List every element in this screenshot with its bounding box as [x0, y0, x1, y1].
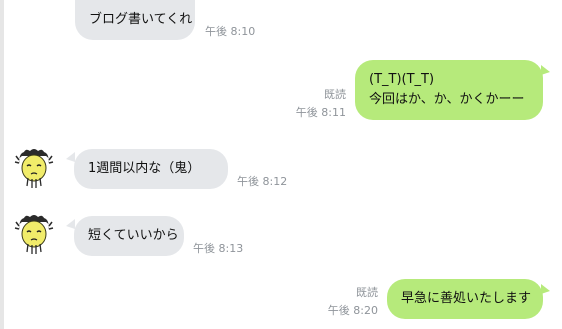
old-man-avatar-icon[interactable] [14, 146, 54, 190]
chat-area: ブログ書いてくれ 午後 8:10 既読 午後 8:11 (T_T)(T_T) 今… [0, 0, 562, 329]
message-bubble-outgoing[interactable]: 早急に善処いたします [387, 279, 543, 319]
message-text: 早急に善処いたします [401, 291, 532, 306]
message-text: ブログ書いてくれ [89, 12, 193, 27]
left-divider [0, 0, 4, 329]
old-man-avatar-icon[interactable] [14, 212, 54, 256]
message-bubble-incoming[interactable]: 1週間以内な（鬼） [74, 149, 228, 189]
message-text-line: 今回はか、か、かくかーー [369, 92, 525, 107]
message-time: 午後 8:12 [237, 175, 288, 188]
message-text: 短くていいから [88, 228, 179, 243]
message-time: 午後 8:13 [193, 242, 244, 255]
message-time: 午後 8:10 [205, 25, 256, 38]
read-receipt: 既読 [356, 286, 378, 299]
message-bubble-outgoing[interactable]: (T_T)(T_T) 今回はか、か、かくかーー [355, 60, 543, 120]
message-text-line: (T_T)(T_T) [369, 72, 435, 87]
read-receipt: 既読 [324, 88, 346, 101]
bubble-tail [541, 284, 550, 294]
bubble-tail [66, 152, 75, 162]
message-time: 午後 8:20 [327, 304, 378, 317]
bubble-tail [66, 219, 75, 229]
bubble-tail [541, 65, 550, 75]
message-bubble-incoming[interactable]: ブログ書いてくれ [75, 0, 195, 40]
message-text: 1週間以内な（鬼） [88, 161, 201, 176]
message-time: 午後 8:11 [295, 106, 346, 119]
message-bubble-incoming[interactable]: 短くていいから [74, 216, 184, 256]
